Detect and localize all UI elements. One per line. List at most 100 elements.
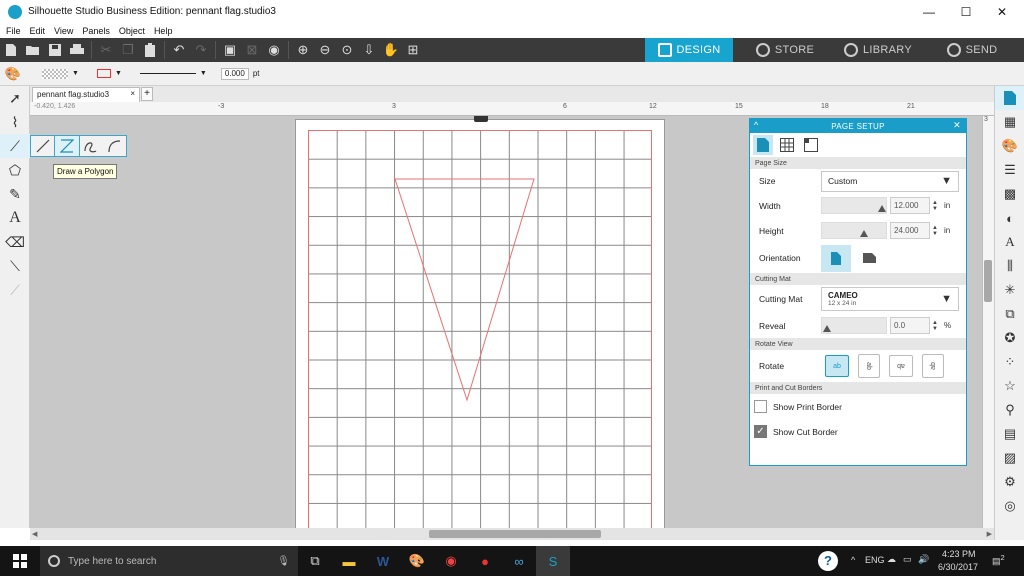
grid-tab-icon[interactable] (777, 135, 797, 155)
line-tool-button[interactable] (31, 136, 55, 156)
library-panel-icon[interactable]: ▦ (995, 110, 1024, 134)
fill-color-swatch[interactable] (42, 68, 68, 79)
pan-hand-icon[interactable]: ✋ (380, 38, 402, 62)
copy-icon[interactable]: ❐ (117, 38, 139, 62)
rhinestone-panel-icon[interactable]: ▨ (995, 446, 1024, 470)
page-setup-tab-icon[interactable] (753, 135, 773, 155)
open-folder-icon[interactable] (22, 38, 44, 62)
scroll-right-icon[interactable]: ▶ (987, 530, 992, 538)
taskbar-search-box[interactable]: Type here to search 🎙 (40, 546, 298, 576)
height-input[interactable]: 24.000 (890, 222, 930, 239)
arc-tool-button[interactable] (102, 136, 126, 156)
windows-start-icon[interactable] (0, 546, 40, 576)
scroll-left-icon[interactable]: ◀ (32, 530, 37, 538)
zoom-selection-icon[interactable]: ⊙ (336, 38, 358, 62)
height-spinner[interactable]: ▲ ▼ (932, 225, 938, 237)
tray-lang[interactable]: ENG (865, 555, 885, 565)
rotate-90-button[interactable]: ab (858, 354, 880, 378)
close-window-button[interactable]: ✕ (980, 0, 1024, 23)
slider-handle[interactable] (878, 205, 886, 212)
notifications-icon[interactable]: ▤2 (992, 553, 1005, 567)
pencil-tool-icon[interactable]: ✎ (0, 182, 30, 206)
new-file-icon[interactable] (0, 38, 22, 62)
word-icon[interactable]: W (366, 546, 400, 576)
add-page-icon[interactable]: ⊞ (402, 38, 424, 62)
menu-help[interactable]: Help (154, 26, 173, 36)
clock-date[interactable]: 6/30/2017 (938, 562, 978, 572)
polygon-tool-icon[interactable]: ⬠ (0, 158, 30, 182)
search-panel-icon[interactable]: ⚲ (995, 398, 1024, 422)
add-tab-button[interactable]: + (141, 87, 153, 101)
show-cut-border-row[interactable]: ✓ Show Cut Border (750, 419, 966, 444)
width-slider[interactable] (821, 197, 887, 214)
collapse-icon[interactable]: ^ (754, 120, 759, 130)
eyedropper-icon[interactable]: ⟋ (0, 278, 30, 302)
chrome-icon[interactable]: ◉ (434, 546, 468, 576)
panel-header[interactable]: ^ PAGE SETUP ✕ (750, 119, 966, 133)
zoom-out-icon[interactable]: ⊖ (314, 38, 336, 62)
knife-icon[interactable]: ⟍ (0, 254, 30, 278)
show-print-border-row[interactable]: Show Print Border (750, 394, 966, 419)
line-width-field[interactable]: 0.000 (220, 67, 249, 80)
line-tool-icon[interactable]: ⟋ (0, 134, 30, 158)
network-icon[interactable]: ▭ (903, 554, 912, 565)
horizontal-scroll-thumb[interactable] (429, 530, 601, 538)
width-spinner[interactable]: ▲ ▼ (932, 200, 938, 212)
edit-points-icon[interactable]: ⌇ (0, 110, 30, 134)
document-tab[interactable]: pennant flag.studio3 × (32, 87, 140, 102)
line-style-dropdown-icon[interactable]: ▼ (200, 70, 207, 77)
horizontal-scrollbar[interactable]: ◀ ▶ (30, 528, 994, 540)
group-icon[interactable]: ▣ (219, 38, 241, 62)
fill-dropdown-icon[interactable]: ▼ (72, 70, 79, 77)
image-effects-panel-icon[interactable]: ◐ (995, 206, 1024, 230)
polygon-tool-button[interactable] (53, 135, 80, 157)
pennant-triangle-shape[interactable] (309, 131, 653, 528)
app-red-icon[interactable]: ● (468, 546, 502, 576)
layers-panel-icon[interactable]: ▤ (995, 422, 1024, 446)
app-infinity-icon[interactable]: ∞ (502, 546, 536, 576)
fill-color-panel-icon[interactable]: 🎨 (995, 134, 1024, 158)
line-color-swatch[interactable] (96, 69, 111, 78)
rotate-0-button[interactable]: ab (825, 355, 849, 377)
menu-edit[interactable]: Edit (30, 26, 46, 36)
clock-time[interactable]: 4:23 PM (942, 549, 976, 559)
paste-icon[interactable] (139, 38, 161, 62)
silhouette-taskbar-icon[interactable]: S (536, 546, 570, 576)
undo-icon[interactable]: ↶ (168, 38, 190, 62)
size-dropdown[interactable]: Custom ▼ (821, 170, 959, 192)
modify-panel-icon[interactable]: ⧉ (995, 302, 1024, 326)
volume-icon[interactable]: 🔊 (918, 554, 929, 565)
menu-file[interactable]: File (6, 26, 21, 36)
tab-design[interactable]: DESIGN (645, 38, 733, 62)
slider-handle[interactable] (823, 325, 831, 332)
close-tab-icon[interactable]: × (130, 89, 135, 98)
tab-library[interactable]: LIBRARY (838, 38, 918, 62)
replicate-panel-icon[interactable]: ✳ (995, 278, 1024, 302)
tray-chevron-icon[interactable]: ^ (851, 555, 855, 565)
width-input[interactable]: 12.000 (890, 197, 930, 214)
cutting-mat-dropdown[interactable]: CAMEO 12 x 24 in ▼ (821, 287, 959, 311)
help-icon[interactable]: ? (818, 551, 838, 571)
zoom-in-icon[interactable]: ⊕ (292, 38, 314, 62)
tab-send[interactable]: SEND (940, 38, 1004, 62)
slider-handle[interactable] (860, 230, 868, 237)
text-tool-icon[interactable]: A (0, 206, 30, 230)
close-panel-icon[interactable]: ✕ (953, 120, 961, 131)
select-arrow-icon[interactable]: ➚ (0, 86, 30, 110)
reveal-slider[interactable] (821, 317, 887, 334)
sketch-panel-icon[interactable]: ☆ (995, 374, 1024, 398)
text-style-panel-icon[interactable]: A (995, 230, 1024, 254)
offset-panel-icon[interactable]: ✪ (995, 326, 1024, 350)
show-print-border-checkbox[interactable] (754, 400, 767, 413)
reveal-input[interactable]: 0.0 (890, 317, 930, 334)
line-style-panel-icon[interactable]: ☰ (995, 158, 1024, 182)
ungroup-icon[interactable]: ⊠ (241, 38, 263, 62)
reveal-spinner[interactable]: ▲ ▼ (932, 320, 938, 332)
trace-panel-icon[interactable]: ⁘ (995, 350, 1024, 374)
curve-tool-button[interactable] (79, 136, 103, 156)
menu-panels[interactable]: Panels (82, 26, 110, 36)
pattern-panel-icon[interactable]: ▩ (995, 182, 1024, 206)
tab-store[interactable]: STORE (750, 38, 820, 62)
palette-icon[interactable]: 🎨 (0, 66, 26, 82)
menu-view[interactable]: View (54, 26, 73, 36)
